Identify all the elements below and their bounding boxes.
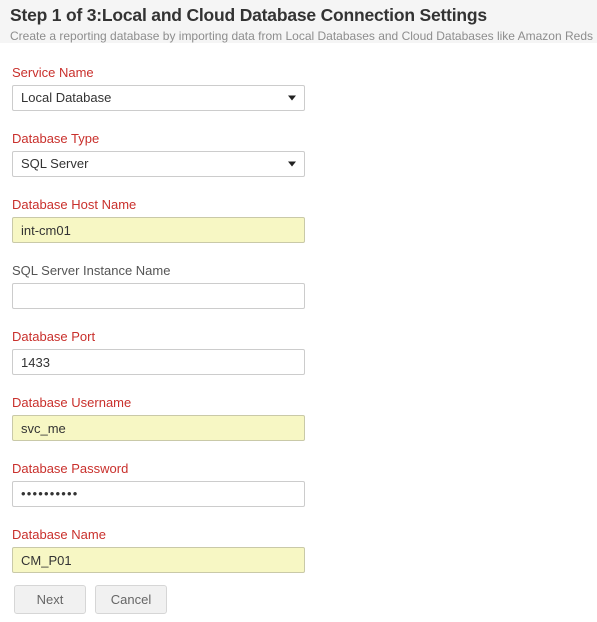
chevron-down-icon — [288, 161, 296, 167]
next-button[interactable]: Next — [14, 585, 86, 614]
label-database-username: Database Username — [12, 395, 132, 410]
field-group-database-host-name: Database Host Name — [0, 197, 597, 243]
field-group-database-name: Database Name — [0, 527, 597, 573]
label-sql-server-instance-name: SQL Server Instance Name — [12, 263, 171, 278]
select-database-type-value: SQL Server — [21, 156, 89, 171]
label-database-port: Database Port — [12, 329, 96, 344]
field-group-database-port: Database Port — [0, 329, 597, 375]
label-database-name: Database Name — [12, 527, 106, 542]
field-group-sql-server-instance-name: SQL Server Instance Name — [0, 263, 597, 309]
page-title: Step 1 of 3:Local and Cloud Database Con… — [10, 5, 487, 25]
field-group-database-username: Database Username — [0, 395, 597, 441]
chevron-down-icon — [288, 95, 296, 101]
select-service-name-value: Local Database — [21, 90, 112, 105]
label-database-type: Database Type — [12, 131, 100, 146]
input-database-host-name[interactable] — [12, 217, 305, 243]
input-database-port[interactable] — [12, 349, 305, 375]
page-subtitle: Create a reporting database by importing… — [10, 29, 594, 43]
database-connection-form: Service Name Local Database Database Typ… — [0, 65, 597, 614]
label-service-name: Service Name — [12, 65, 94, 80]
label-database-password: Database Password — [12, 461, 129, 476]
cancel-button[interactable]: Cancel — [95, 585, 167, 614]
select-database-type[interactable]: SQL Server — [12, 151, 305, 177]
select-service-name[interactable]: Local Database — [12, 85, 305, 111]
form-actions: Next Cancel — [0, 585, 597, 614]
input-database-username[interactable] — [12, 415, 305, 441]
input-sql-server-instance-name[interactable] — [12, 283, 305, 309]
field-group-database-type: Database Type SQL Server — [0, 131, 597, 177]
label-database-host-name: Database Host Name — [12, 197, 137, 212]
field-group-database-password: Database Password •••••••••• — [0, 461, 597, 507]
field-group-service-name: Service Name Local Database — [0, 65, 597, 111]
input-database-name[interactable] — [12, 547, 305, 573]
input-database-password[interactable]: •••••••••• — [12, 481, 305, 507]
page-header: Step 1 of 3:Local and Cloud Database Con… — [0, 0, 597, 43]
